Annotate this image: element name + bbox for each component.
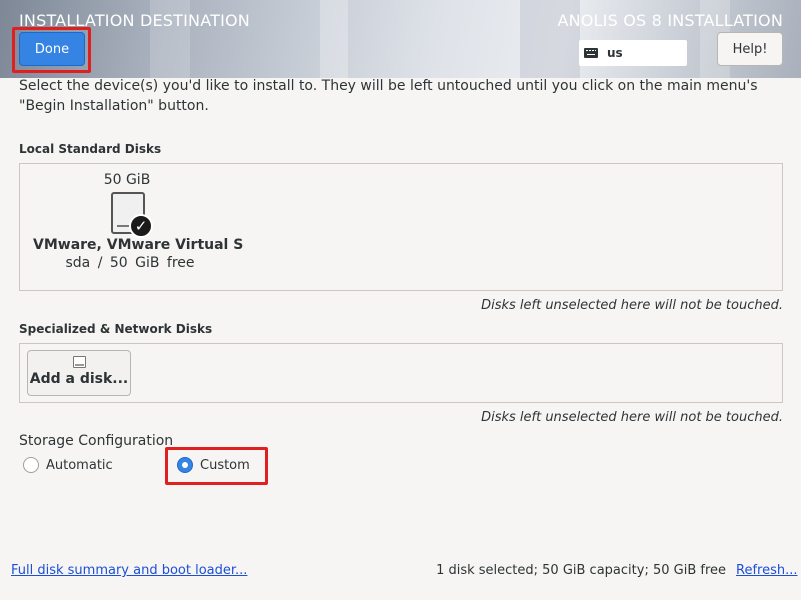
header-decoration bbox=[320, 0, 348, 78]
local-disks-note: Disks left unselected here will not be t… bbox=[481, 298, 783, 313]
disk-free: 50 GiB free bbox=[109, 255, 195, 271]
radio-button-checked[interactable] bbox=[177, 457, 193, 473]
network-disks-panel: Add a disk... bbox=[19, 343, 783, 403]
refresh-link[interactable]: Refresh... bbox=[736, 563, 798, 578]
radio-custom[interactable]: Custom bbox=[177, 457, 250, 473]
storage-config-title: Storage Configuration bbox=[19, 433, 174, 449]
disk-device: sda bbox=[65, 255, 91, 271]
add-disk-button[interactable]: Add a disk... bbox=[27, 350, 131, 396]
page-title: INSTALLATION DESTINATION bbox=[19, 11, 250, 30]
disk-info: sda / 50 GiB free bbox=[33, 255, 227, 271]
radio-label-automatic: Automatic bbox=[46, 457, 113, 473]
add-disk-label: Add a disk... bbox=[29, 371, 129, 387]
add-disk-icon bbox=[72, 356, 86, 368]
done-button[interactable]: Done bbox=[19, 32, 85, 66]
checkmark-icon: ✓ bbox=[129, 214, 153, 238]
network-disks-note: Disks left unselected here will not be t… bbox=[481, 410, 783, 425]
keyboard-icon bbox=[584, 48, 598, 58]
product-title: ANOLIS OS 8 INSTALLATION bbox=[557, 11, 783, 30]
harddisk-icon: ✓ bbox=[111, 192, 153, 238]
header-bar: INSTALLATION DESTINATION ANOLIS OS 8 INS… bbox=[0, 0, 801, 78]
local-disks-label: Local Standard Disks bbox=[19, 142, 162, 156]
keyboard-layout-label: us bbox=[607, 46, 623, 60]
network-disks-label: Specialized & Network Disks bbox=[19, 322, 213, 336]
help-button[interactable]: Help! bbox=[717, 32, 783, 66]
disk-name: VMware, VMware Virtual S bbox=[33, 237, 244, 253]
intro-text: Select the device(s) you'd like to insta… bbox=[19, 78, 758, 114]
local-disks-panel: 50 GiB ✓ VMware, VMware Virtual S sda / … bbox=[19, 163, 783, 291]
disk-sda[interactable]: 50 GiB ✓ VMware, VMware Virtual S sda / … bbox=[33, 172, 244, 271]
radio-button-unchecked[interactable] bbox=[23, 457, 39, 473]
radio-automatic[interactable]: Automatic bbox=[23, 457, 113, 473]
disk-size: 50 GiB bbox=[103, 172, 151, 188]
keyboard-layout-indicator[interactable]: us bbox=[579, 40, 687, 66]
disk-separator: / bbox=[97, 255, 103, 271]
disk-status-summary: 1 disk selected; 50 GiB capacity; 50 GiB… bbox=[436, 563, 726, 578]
full-disk-summary-link[interactable]: Full disk summary and boot loader... bbox=[11, 563, 247, 578]
radio-label-custom: Custom bbox=[200, 457, 250, 473]
